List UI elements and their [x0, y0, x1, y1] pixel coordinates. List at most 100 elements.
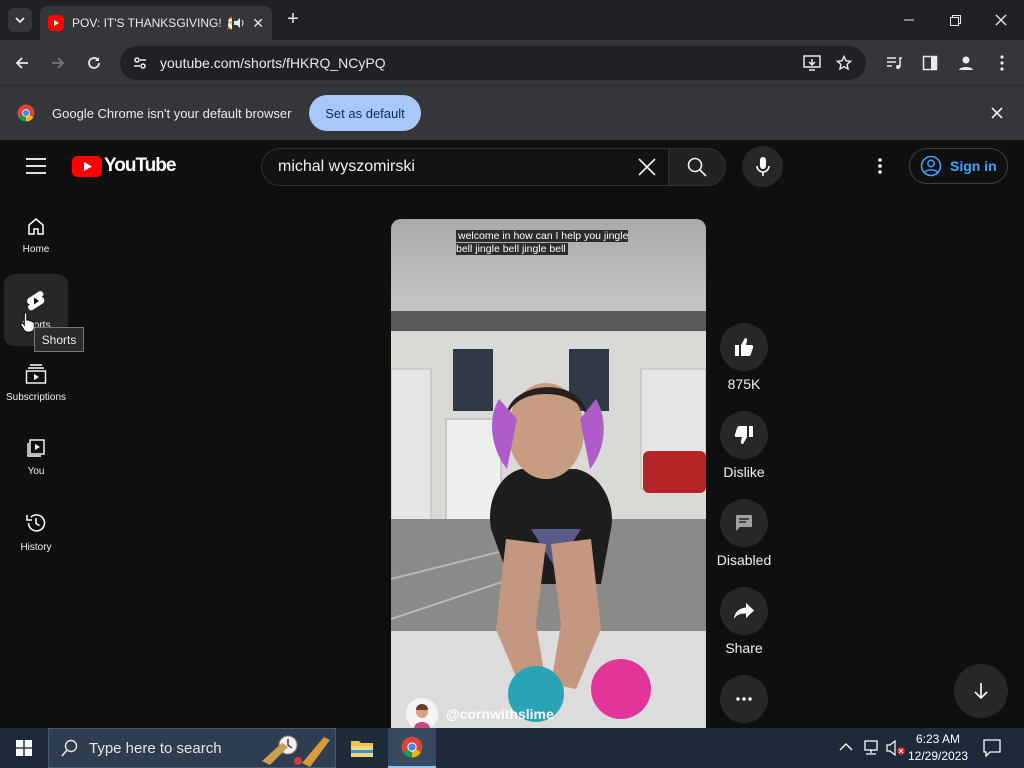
chrome-logo-icon — [17, 104, 35, 122]
sidebar-item-history[interactable]: History — [4, 496, 68, 568]
chrome-menu-button[interactable] — [988, 49, 1016, 77]
channel-handle[interactable]: @cornwithslime — [446, 706, 554, 722]
search-input-value: michal wyszomirski — [278, 158, 415, 175]
new-tab-button[interactable]: + — [282, 8, 304, 32]
reload-icon — [88, 57, 100, 69]
chevron-down-icon — [15, 17, 25, 24]
youtube-logo[interactable]: YouTube — [72, 155, 176, 177]
star-icon — [836, 55, 852, 71]
media-control-button[interactable] — [880, 49, 908, 77]
minimize-icon — [904, 19, 914, 21]
clock-time: 6:23 AM — [915, 732, 961, 746]
media-queue-icon — [887, 57, 902, 69]
video-caption: welcome in how can I help you jingle bel… — [456, 230, 634, 256]
youtube-favicon-icon — [48, 15, 64, 31]
file-explorer-taskbar-button[interactable] — [338, 728, 386, 768]
dislike-button[interactable] — [720, 411, 768, 459]
set-default-button[interactable]: Set as default — [309, 95, 421, 131]
comment-icon — [736, 515, 752, 531]
forward-arrow-icon — [52, 57, 65, 69]
channel-avatar[interactable] — [404, 696, 440, 732]
close-tab-icon[interactable]: ✕ — [252, 15, 264, 32]
profile-button[interactable] — [952, 49, 980, 77]
site-settings-icon — [134, 57, 146, 69]
avatar-image — [414, 704, 430, 728]
history-icon — [26, 514, 46, 532]
more-actions-button[interactable] — [720, 675, 768, 723]
short-video-player[interactable] — [391, 219, 706, 728]
network-icon[interactable] — [862, 740, 880, 756]
share-button[interactable] — [720, 587, 768, 635]
subscriptions-icon — [25, 364, 47, 384]
clear-search-icon[interactable] — [638, 158, 656, 176]
search-highlight-image — [262, 735, 330, 767]
account-icon — [920, 155, 942, 177]
sign-in-label: Sign in — [950, 158, 997, 174]
tab-title: POV: IT'S THANKSGIVING! 🎅 — [72, 16, 233, 30]
search-button[interactable] — [668, 148, 726, 186]
infobar-message: Google Chrome isn't your default browser — [52, 106, 292, 121]
like-button[interactable] — [720, 323, 768, 371]
chrome-taskbar-button[interactable] — [388, 728, 436, 768]
youtube-play-icon — [72, 155, 102, 177]
windows-logo-icon — [16, 740, 32, 756]
install-icon — [803, 55, 821, 71]
side-panel-button[interactable] — [916, 49, 944, 77]
youtube-logo-text: YouTube — [104, 155, 176, 176]
sidebar-item-home[interactable]: Home — [4, 200, 68, 272]
profile-icon — [959, 56, 973, 70]
sidebar-label-home: Home — [22, 244, 50, 255]
like-count: 875K — [727, 376, 761, 392]
comments-button[interactable] — [720, 499, 768, 547]
restore-icon — [949, 14, 961, 26]
sidebar-item-you[interactable]: You — [4, 422, 68, 494]
shorts-tooltip: Shorts — [34, 327, 84, 352]
sign-in-button[interactable]: Sign in — [909, 148, 1008, 184]
voice-search-button[interactable] — [742, 146, 783, 187]
thumbs-down-icon — [734, 426, 753, 444]
notifications-icon[interactable] — [983, 739, 1001, 757]
tab-search-button[interactable] — [8, 8, 32, 32]
sidebar-label-history: History — [20, 542, 52, 553]
back-button[interactable] — [8, 49, 36, 77]
show-hidden-icons-icon[interactable] — [839, 742, 853, 752]
next-short-button[interactable] — [954, 664, 1008, 718]
sidebar-label-you: You — [27, 466, 45, 477]
url-text: youtube.com/shorts/fHKRQ_NCyPQ — [160, 55, 386, 71]
search-icon — [687, 157, 707, 177]
chrome-logo-icon — [401, 736, 423, 758]
address-bar[interactable]: youtube.com/shorts/fHKRQ_NCyPQ — [120, 46, 866, 80]
sidebar-label-subscriptions: Subscriptions — [5, 392, 67, 403]
arrow-down-icon — [974, 683, 988, 700]
minimize-button[interactable] — [886, 0, 932, 40]
settings-more-icon[interactable] — [878, 158, 882, 174]
clock-date: 12/29/2023 — [907, 749, 969, 763]
reload-button[interactable] — [80, 49, 108, 77]
forward-button[interactable] — [44, 49, 72, 77]
comments-label: Disabled — [716, 552, 772, 568]
video-frame — [391, 219, 706, 728]
shorts-icon — [27, 291, 45, 311]
restore-button[interactable] — [932, 0, 978, 40]
thumbs-up-icon — [735, 338, 754, 356]
sidebar-item-subscriptions[interactable]: Subscriptions — [0, 348, 72, 420]
dislike-label: Dislike — [723, 464, 765, 480]
microphone-icon — [755, 156, 770, 176]
close-infobar-icon[interactable] — [991, 107, 1003, 119]
menu-icon[interactable] — [26, 158, 46, 174]
side-panel-icon — [922, 55, 938, 71]
share-icon — [734, 603, 754, 619]
search-input[interactable]: michal wyszomirski — [261, 148, 669, 186]
bookmark-button[interactable] — [830, 49, 858, 77]
you-icon — [27, 439, 45, 457]
close-window-button[interactable] — [978, 0, 1024, 40]
home-icon — [28, 218, 44, 235]
caption-text: welcome in how can I help you jingle bel… — [456, 230, 629, 255]
start-button[interactable] — [0, 728, 48, 768]
speaker-icon — [234, 18, 244, 28]
share-label: Share — [725, 640, 763, 656]
back-arrow-icon — [15, 57, 28, 69]
browser-tab[interactable]: POV: IT'S THANKSGIVING! 🎅 ✕ — [40, 6, 272, 40]
taskbar-clock[interactable]: 6:23 AM 12/29/2023 — [902, 731, 974, 765]
install-app-button[interactable] — [798, 49, 826, 77]
